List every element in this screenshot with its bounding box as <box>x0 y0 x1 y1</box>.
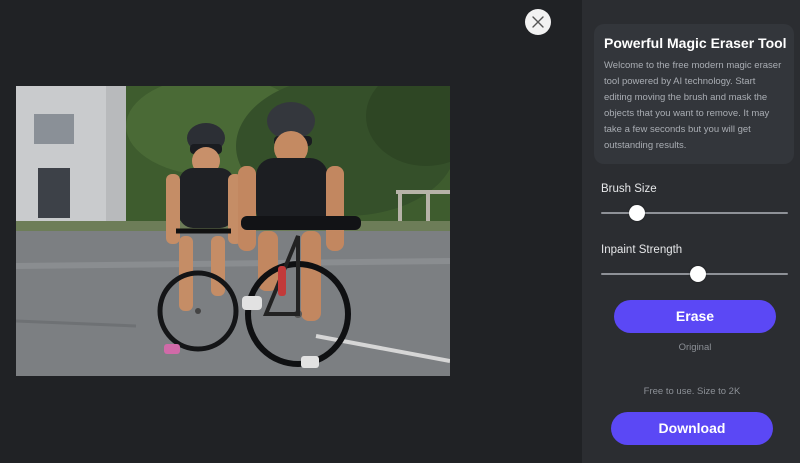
side-panel: Powerful Magic Eraser Tool Welcome to th… <box>582 0 800 463</box>
usage-note: Free to use. Size to 2K <box>643 386 741 397</box>
info-card: Powerful Magic Eraser Tool Welcome to th… <box>594 24 794 164</box>
slider-thumb[interactable] <box>628 205 645 221</box>
brush-size-label: Brush Size <box>601 183 657 195</box>
panel-title: Powerful Magic Eraser Tool <box>604 35 787 51</box>
brush-size-slider[interactable] <box>601 205 788 221</box>
canvas-area <box>0 0 582 463</box>
original-link[interactable]: Original <box>614 342 776 353</box>
slider-thumb[interactable] <box>690 266 707 282</box>
inpaint-strength-label: Inpaint Strength <box>601 244 683 256</box>
erase-button[interactable]: Erase <box>614 300 776 333</box>
cyclists-image <box>16 86 450 376</box>
download-button[interactable]: Download <box>611 412 773 445</box>
close-icon <box>532 16 544 28</box>
panel-description: Welcome to the free modern magic eraser … <box>604 60 782 151</box>
inpaint-strength-slider[interactable] <box>601 266 788 282</box>
close-button[interactable] <box>525 9 551 35</box>
uploaded-photo[interactable] <box>16 86 450 376</box>
